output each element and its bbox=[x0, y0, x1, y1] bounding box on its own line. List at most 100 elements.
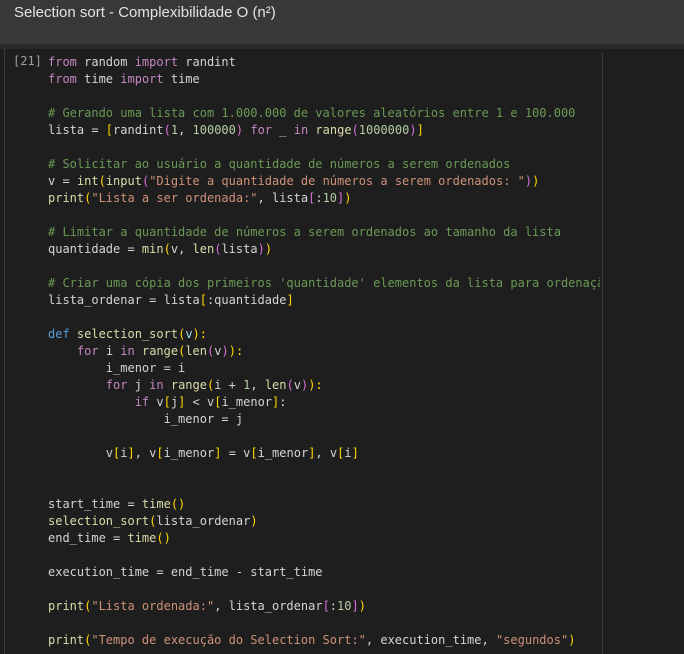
code-token-bracket: ) bbox=[568, 633, 576, 647]
code-token-plain: i_menor = j bbox=[48, 412, 244, 426]
code-token-bracket: ] bbox=[127, 446, 135, 460]
code-token-func: len bbox=[185, 344, 208, 358]
code-token-bracket: () bbox=[170, 497, 186, 511]
code-token-keyword: from bbox=[48, 72, 77, 86]
code-token-bracket2: ) bbox=[221, 344, 229, 358]
code-token-plain: :quantidade bbox=[206, 293, 287, 307]
code-line: start_time = time() bbox=[48, 496, 600, 513]
code-token-plain: i + bbox=[214, 378, 244, 392]
code-token-plain: end_time = bbox=[48, 531, 128, 545]
code-token-plain: < v bbox=[185, 395, 215, 409]
code-token-plain: randint bbox=[113, 123, 164, 137]
code-token-keyword: in bbox=[293, 123, 309, 137]
code-line: # Solicitar ao usuário a quantidade de n… bbox=[48, 156, 600, 173]
code-token-plain: i_menor bbox=[257, 446, 309, 460]
code-token-plain: randint bbox=[178, 55, 236, 69]
code-token-func: print bbox=[48, 633, 85, 647]
code-token-string: "Tempo de execução do Selection Sort:" bbox=[91, 633, 366, 647]
code-token-func: len bbox=[264, 378, 287, 392]
code-token-keyword: for bbox=[105, 378, 128, 392]
code-token-bracket: () bbox=[156, 531, 171, 545]
code-token-plain: lista_ordenar bbox=[156, 514, 251, 528]
code-token-string: "Lista ordenada:" bbox=[91, 599, 215, 613]
code-token-bracket: [ bbox=[199, 293, 207, 307]
notebook-header: Selection sort - Complexibilidade O (n²) bbox=[0, 0, 684, 44]
code-token-plain: : bbox=[279, 395, 287, 409]
code-token-bracket: ): bbox=[228, 344, 244, 358]
code-token-plain: lista bbox=[221, 242, 258, 256]
code-token-keyword: import bbox=[134, 55, 179, 69]
code-editor[interactable]: from random import randint from time impo… bbox=[48, 54, 600, 654]
code-token-keyword: import bbox=[120, 72, 164, 86]
code-line: print("Lista ordenada:", lista_ordenar[:… bbox=[48, 598, 600, 615]
code-token-string: "segundos" bbox=[495, 633, 569, 647]
code-token-bracket: ] bbox=[286, 293, 294, 307]
code-line: # Gerando uma lista com 1.000.000 de val… bbox=[48, 105, 600, 122]
code-token-bracket2: ( bbox=[163, 123, 171, 137]
code-token-bracket: [ bbox=[156, 446, 164, 460]
code-token-func: range bbox=[141, 344, 179, 358]
code-token-func: selection_sort bbox=[76, 327, 179, 341]
code-token-plain: i_menor bbox=[163, 446, 215, 460]
code-token-plain: time bbox=[76, 72, 121, 86]
code-line: for i in range(len(v)): bbox=[48, 343, 600, 360]
code-line: # Limitar a quantidade de números a sere… bbox=[48, 224, 600, 241]
code-token-comment: # Limitar a quantidade de números a sere… bbox=[48, 225, 561, 239]
code-token-bracket: ): bbox=[192, 327, 207, 341]
code-token-plain: lista = bbox=[48, 123, 106, 137]
code-token-plain: = v bbox=[221, 446, 251, 460]
code-token-keyword: from bbox=[48, 55, 77, 69]
code-token-plain: j bbox=[127, 378, 150, 392]
code-token-keyword: in bbox=[120, 344, 135, 358]
code-token-func: range bbox=[170, 378, 207, 392]
code-line: v = int(input("Digite a quantidade de nú… bbox=[48, 173, 600, 190]
code-token-bracket2: [ bbox=[322, 599, 330, 613]
code-token-number: 1 bbox=[170, 123, 179, 137]
code-token-plain: : bbox=[315, 191, 323, 205]
code-token-bracket: [ bbox=[163, 395, 171, 409]
code-token-plain: lista_ordenar = lista bbox=[48, 293, 200, 307]
code-token-bracket: ] bbox=[416, 123, 424, 137]
code-token-keyword: if bbox=[134, 395, 150, 409]
code-token-func: range bbox=[315, 123, 352, 137]
code-token-bracket: [ bbox=[250, 446, 258, 460]
code-token-comment: # Gerando uma lista com 1.000.000 de val… bbox=[48, 106, 576, 120]
code-token-string: "Lista a ser ordenada:" bbox=[91, 191, 258, 205]
code-line: execution_time = end_time - start_time bbox=[48, 564, 600, 581]
code-line: for j in range(i + 1, len(v)): bbox=[48, 377, 600, 394]
code-cell[interactable]: [21] from random import randint from time… bbox=[4, 49, 684, 654]
code-line: end_time = time() bbox=[48, 530, 600, 547]
code-token-plain: start_time = bbox=[48, 497, 142, 511]
code-token-string: "Digite a quantidade de números a serem … bbox=[149, 174, 525, 188]
code-token-bracket: ) bbox=[344, 191, 352, 205]
code-line: lista_ordenar = lista[:quantidade] bbox=[48, 292, 600, 309]
code-token-defkw: def bbox=[48, 327, 70, 341]
code-token-plain: quantidade = bbox=[48, 242, 142, 256]
code-line: def selection_sort(v): bbox=[48, 326, 600, 343]
section-title: Selection sort - Complexibilidade O (n²) bbox=[14, 4, 276, 21]
code-token-plain: , v bbox=[134, 446, 157, 460]
code-token-plain: v bbox=[48, 446, 114, 460]
code-token-plain: v bbox=[293, 378, 301, 392]
code-token-func: min bbox=[141, 242, 164, 256]
code-token-number: 100000 bbox=[192, 123, 236, 137]
code-token-comment: # Solicitar ao usuário a quantidade de n… bbox=[48, 157, 511, 171]
code-token-plain: i bbox=[344, 446, 352, 460]
code-token-func: selection_sort bbox=[48, 514, 150, 528]
code-token-bracket: ( bbox=[98, 174, 106, 188]
code-token-func: int bbox=[76, 174, 99, 188]
code-token-plain: i bbox=[98, 344, 121, 358]
code-token-keyword: for bbox=[76, 344, 99, 358]
code-line: lista = [randint(1, 100000) for _ in ran… bbox=[48, 122, 600, 139]
code-token-bracket: ): bbox=[308, 378, 323, 392]
